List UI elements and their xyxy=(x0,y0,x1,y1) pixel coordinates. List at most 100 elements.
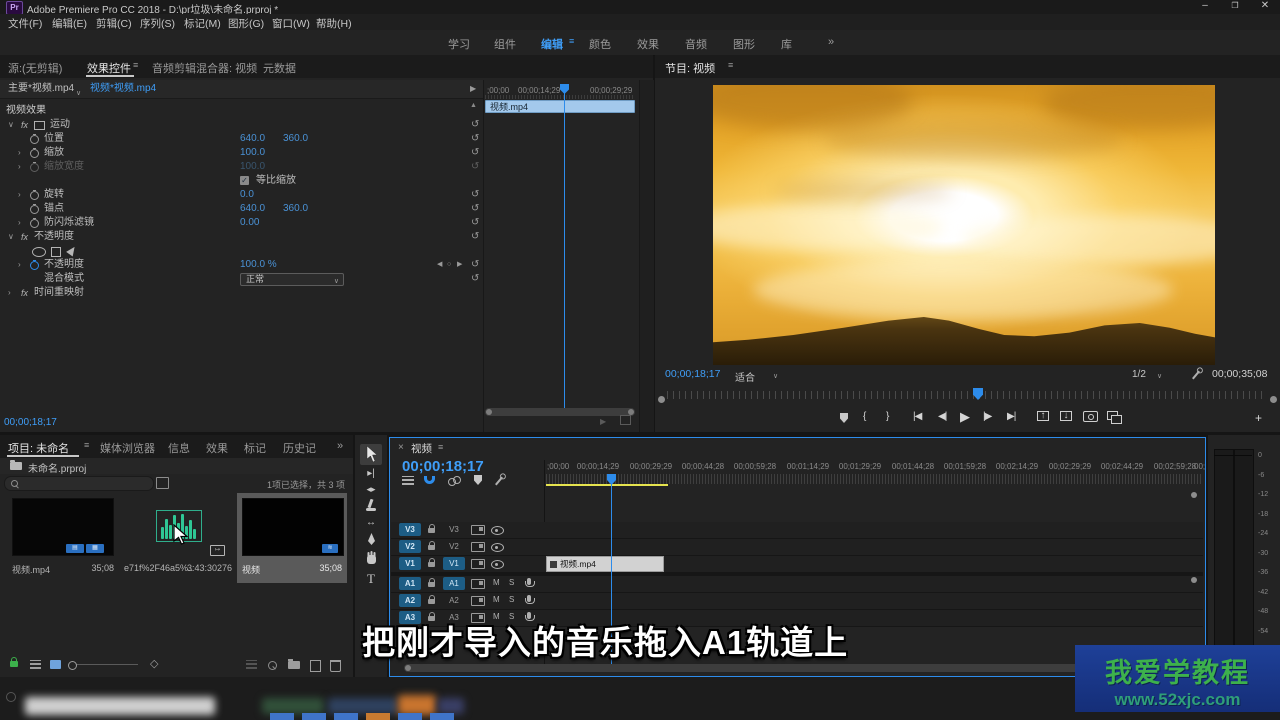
rotation-row[interactable]: › 旋转 0.0 ↺ xyxy=(0,188,483,202)
rotation-value[interactable]: 0.0 xyxy=(240,188,254,202)
workspace-tab-graphics[interactable]: 图形 xyxy=(733,36,755,52)
button-editor-plus-icon[interactable]: + xyxy=(1255,411,1262,425)
program-scrubber[interactable] xyxy=(667,391,1267,399)
program-video-preview[interactable] xyxy=(713,85,1215,365)
filter-bin-icon[interactable] xyxy=(156,477,169,489)
tab-info[interactable]: 信息 xyxy=(168,440,190,456)
stopwatch-icon[interactable] xyxy=(30,135,39,144)
vertical-scroll-handle[interactable] xyxy=(1191,577,1197,583)
timeline-settings-icon[interactable] xyxy=(495,477,503,486)
twirl-closed-icon[interactable]: › xyxy=(18,188,21,202)
playback-resolution-select[interactable]: 1/2 xyxy=(1132,369,1146,380)
source-target-v2[interactable]: V2 xyxy=(399,540,421,553)
antiflicker-value[interactable]: 0.00 xyxy=(240,216,259,230)
menu-clip[interactable]: 剪辑(C) xyxy=(96,16,132,31)
export-frame-icon[interactable] xyxy=(1083,411,1098,422)
maximize-button[interactable]: ❐ xyxy=(1222,1,1248,10)
add-marker-icon[interactable] xyxy=(474,475,482,485)
tab-media-browser[interactable]: 媒体浏览器 xyxy=(100,440,155,456)
timeline-ruler[interactable] xyxy=(546,474,1203,484)
workspace-overflow-icon[interactable]: » xyxy=(828,36,834,48)
mini-timeline-scrollbar[interactable] xyxy=(485,408,635,416)
twirl-open-icon[interactable]: ∨ xyxy=(8,118,14,132)
close-tab-icon[interactable]: × xyxy=(398,442,404,453)
rect-mask-icon[interactable] xyxy=(51,247,61,257)
tab-audio-clip-mixer[interactable]: 音频剪辑混合器: 视频 xyxy=(152,60,257,76)
menu-edit[interactable]: 编辑(E) xyxy=(52,16,87,31)
workspace-tab-libraries[interactable]: 库 xyxy=(781,36,792,52)
scale-row[interactable]: › 缩放 100.0 ↺ xyxy=(0,146,483,160)
show-timeline-view-icon[interactable]: ▶ xyxy=(470,84,476,93)
time-remap-row[interactable]: › fx 时间重映射 xyxy=(0,286,483,300)
opacity-effect-row[interactable]: ∨ fx 不透明度 ↺ xyxy=(0,230,483,244)
mini-timeline-clip[interactable]: 视频.mp4 xyxy=(485,100,635,113)
program-panel-menu-icon[interactable]: ≡ xyxy=(728,60,733,70)
tab-effects[interactable]: 效果 xyxy=(206,440,228,456)
zoom-handle-right[interactable] xyxy=(1270,396,1277,403)
comparison-view-icon[interactable] xyxy=(1107,411,1118,420)
workspace-tab-audio[interactable]: 音频 xyxy=(685,36,707,52)
solo-button[interactable]: S xyxy=(509,595,514,604)
source-target-v1[interactable]: V1 xyxy=(399,557,421,570)
stopwatch-icon[interactable] xyxy=(30,149,39,158)
step-back-icon[interactable]: ◀| xyxy=(938,411,946,422)
tab-effect-controls[interactable]: 效果控件 xyxy=(87,60,131,76)
position-y-value[interactable]: 360.0 xyxy=(283,132,308,146)
step-forward-icon[interactable]: |▶ xyxy=(983,411,991,422)
workspace-tab-color[interactable]: 颜色 xyxy=(589,36,611,52)
play-icon[interactable]: ▶ xyxy=(960,409,970,425)
bin-name[interactable]: 未命名.prproj xyxy=(28,460,86,475)
play-audio-only-icon[interactable]: ▶ xyxy=(600,417,606,426)
workspace-tab-assembly[interactable]: 组件 xyxy=(494,36,516,52)
tab-source-monitor[interactable]: 源:(无剪辑) xyxy=(8,60,62,76)
zoom-slider-handle[interactable] xyxy=(68,661,77,670)
chevron-down-icon[interactable]: ∨ xyxy=(76,85,81,103)
lock-icon[interactable] xyxy=(428,528,435,533)
opacity-param-row[interactable]: › 不透明度 100.0 % ◀ ○ ▶ ↺ xyxy=(0,258,483,272)
motion-group-label[interactable]: 运动 xyxy=(50,118,70,132)
minimize-button[interactable]: – xyxy=(1192,0,1218,11)
vertical-scrollbar[interactable] xyxy=(639,80,654,432)
effect-controls-timecode[interactable]: 00;00;18;17 xyxy=(4,417,57,428)
search-input[interactable] xyxy=(4,476,154,491)
anchor-y-value[interactable]: 360.0 xyxy=(283,202,308,216)
extract-icon[interactable]: ↓ xyxy=(1060,411,1072,421)
toggle-track-output-icon[interactable] xyxy=(491,560,504,569)
linked-selection-icon[interactable] xyxy=(448,478,456,486)
reset-icon[interactable]: ↺ xyxy=(471,118,479,132)
stopwatch-icon[interactable] xyxy=(30,219,39,228)
go-to-in-icon[interactable]: |◀ xyxy=(913,411,921,422)
source-target-a1[interactable]: A1 xyxy=(399,577,421,590)
menu-help[interactable]: 帮助(H) xyxy=(316,16,352,31)
add-marker-icon[interactable] xyxy=(840,413,848,423)
reset-icon[interactable]: ↺ xyxy=(471,230,479,244)
timeline-tab[interactable]: 视频 xyxy=(411,441,432,456)
twirl-closed-icon[interactable]: › xyxy=(8,286,11,300)
type-tool-icon[interactable]: T xyxy=(355,571,387,587)
selection-tool-icon[interactable] xyxy=(365,446,378,463)
menu-markers[interactable]: 标记(M) xyxy=(184,16,221,31)
lock-icon[interactable] xyxy=(428,599,435,604)
icon-view-icon[interactable] xyxy=(50,660,61,669)
source-target-v3[interactable]: V3 xyxy=(399,523,421,536)
slip-tool-icon[interactable]: ↔ xyxy=(355,517,387,528)
toggle-audio-units-icon[interactable] xyxy=(620,415,631,425)
list-view-icon[interactable] xyxy=(30,660,41,669)
timeline-clip-v1[interactable]: 视频.mp4 xyxy=(546,556,664,572)
twirl-closed-icon[interactable]: › xyxy=(18,146,21,160)
anchor-point-row[interactable]: 锚点 640.0 360.0 ↺ xyxy=(0,202,483,216)
next-keyframe-icon[interactable]: ▶ xyxy=(457,258,462,272)
sync-lock-icon[interactable] xyxy=(471,559,485,569)
prev-keyframe-icon[interactable]: ◀ xyxy=(437,258,442,272)
time-remap-label[interactable]: 时间重映射 xyxy=(34,286,84,300)
uniform-scale-row[interactable]: ✓ 等比缩放 xyxy=(0,174,483,188)
reset-icon[interactable]: ↺ xyxy=(471,216,479,230)
item-name[interactable]: 视频.mp4 xyxy=(12,563,50,576)
motion-effect-row[interactable]: ∨ fx 运动 ↺ xyxy=(0,118,483,132)
solo-button[interactable]: S xyxy=(509,578,514,587)
new-bin-icon[interactable] xyxy=(288,661,300,669)
workspace-tab-learning[interactable]: 学习 xyxy=(448,36,470,52)
project-item-sequence-selected[interactable]: ≋ 视频 35;08 xyxy=(237,493,347,583)
opacity-value[interactable]: 100.0 % xyxy=(240,258,277,272)
vertical-scroll-handle[interactable] xyxy=(1191,492,1197,498)
